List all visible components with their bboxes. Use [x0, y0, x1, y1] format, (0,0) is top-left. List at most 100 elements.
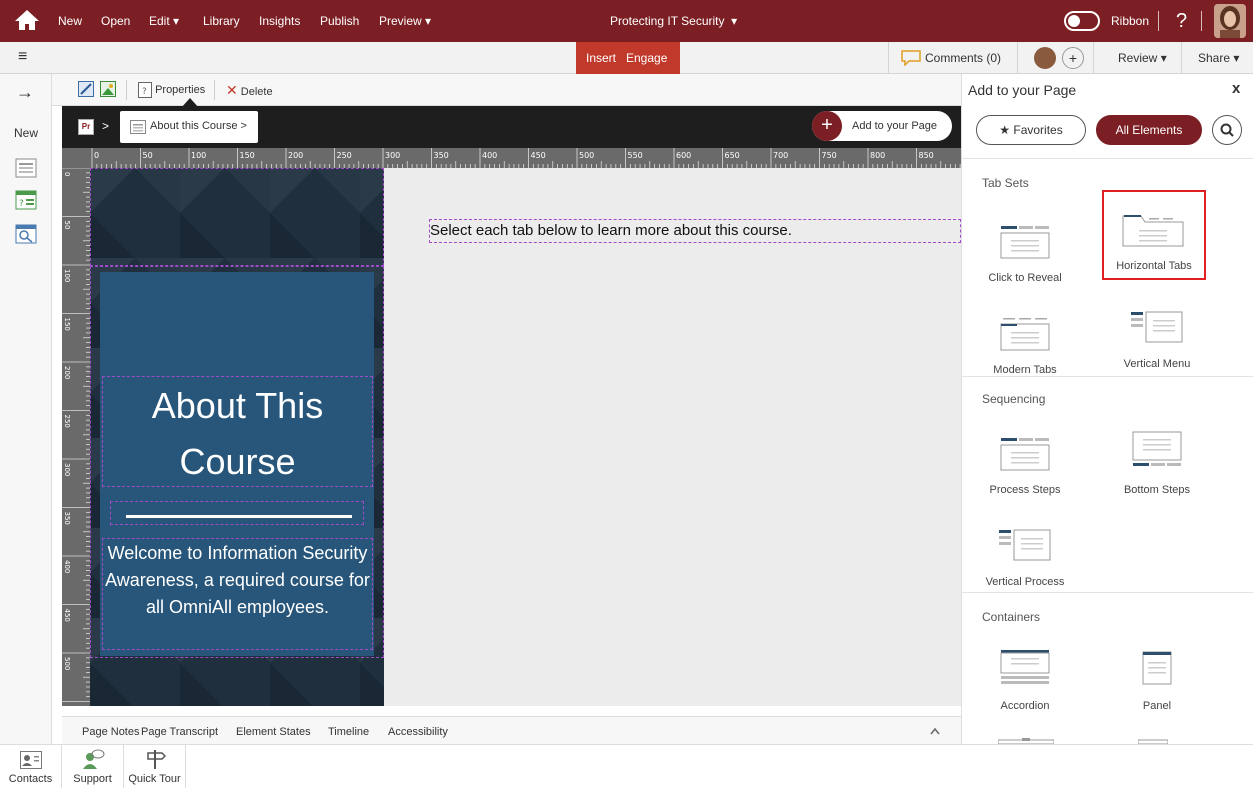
add-collaborator-button[interactable]: +: [1062, 47, 1084, 69]
comments-label: Comments (0): [925, 51, 1002, 65]
help-icon[interactable]: ?: [1176, 0, 1187, 42]
review-menu[interactable]: Review ▾: [1093, 42, 1181, 74]
chevron-down-icon: ▾: [1233, 51, 1240, 65]
ruler-tick-label: 300: [63, 463, 71, 476]
ruler-tick-label: 800: [870, 151, 885, 160]
search-button[interactable]: [1212, 115, 1242, 145]
tab-engage[interactable]: Engage: [626, 42, 667, 74]
presentation-icon[interactable]: Pr: [78, 119, 94, 135]
chevron-up-icon[interactable]: [930, 727, 940, 735]
tab-insert[interactable]: Insert: [586, 42, 616, 74]
ruler-tick-label: 700: [773, 151, 788, 160]
ruler-tick-label: 200: [63, 366, 71, 379]
tile-bottom-steps[interactable]: Bottom Steps: [1102, 410, 1212, 506]
collaborator-avatar[interactable]: [1034, 47, 1056, 69]
share-menu[interactable]: Share ▾: [1181, 42, 1253, 74]
tile-horizontal-tabs[interactable]: Horizontal Tabs: [1102, 190, 1206, 280]
section-divider: [962, 592, 1253, 593]
collaborators: +: [1017, 42, 1093, 74]
breadcrumb-bar: Pr > About this Course > + Add to your P…: [62, 98, 961, 148]
page-canvas[interactable]: About This Course Welcome to Information…: [90, 168, 961, 706]
home-icon[interactable]: [14, 8, 40, 32]
section-title-tab-sets: Tab Sets: [982, 176, 1029, 190]
properties-label: Properties: [155, 84, 206, 96]
tab-page-notes[interactable]: Page Notes: [82, 717, 139, 745]
menu-insights[interactable]: Insights: [259, 0, 300, 42]
delete-button[interactable]: ✕ Delete: [226, 74, 273, 106]
add-to-page-panel: Add to your Page x ★ Favorites All Eleme…: [961, 74, 1253, 744]
menu-open[interactable]: Open: [101, 0, 130, 42]
image-icon[interactable]: [100, 81, 116, 97]
ruler-ticks: 0 50 100 150 200 250 300 350 400 450 500 550: [62, 168, 90, 706]
contacts-icon: [20, 751, 42, 769]
tile-label: Bottom Steps: [1123, 484, 1191, 496]
ruler-tick-label: 550: [628, 151, 643, 160]
support-button[interactable]: Support: [62, 745, 124, 788]
course-title-dropdown[interactable]: Protecting IT Security ▾: [610, 0, 737, 42]
search-page-icon[interactable]: [15, 224, 37, 244]
tile-partial-icon: [1138, 739, 1168, 744]
modern-tabs-icon: [1000, 318, 1050, 351]
menu-preview[interactable]: Preview ▾: [379, 0, 431, 42]
slide-column[interactable]: About This Course Welcome to Information…: [90, 168, 384, 706]
tab-accessibility[interactable]: Accessibility: [388, 717, 448, 745]
quick-tour-button[interactable]: Quick Tour: [124, 745, 186, 788]
menu-library[interactable]: Library: [203, 0, 240, 42]
course-title: Protecting IT Security: [610, 14, 725, 28]
hamburger-menu-icon[interactable]: ≡: [18, 48, 27, 66]
instruction-text[interactable]: Select each tab below to learn more abou…: [430, 222, 792, 239]
all-elements-button[interactable]: All Elements: [1096, 115, 1202, 145]
ruler-tick-label: 50: [143, 151, 153, 160]
edit-style-icon[interactable]: [78, 81, 94, 97]
ruler-tick-label: 500: [63, 657, 71, 670]
tile-label: Panel: [1142, 700, 1172, 712]
tile-label: Click to Reveal: [988, 272, 1062, 284]
ruler-tick-label: 650: [725, 151, 740, 160]
tile-vertical-menu[interactable]: Vertical Menu: [1102, 284, 1212, 380]
add-to-page-button[interactable]: + Add to your Page: [812, 111, 952, 141]
user-avatar[interactable]: [1214, 4, 1246, 38]
new-label: New: [14, 126, 39, 140]
menu-publish[interactable]: Publish: [320, 0, 359, 42]
tab-element-states[interactable]: Element States: [236, 717, 311, 745]
share-label: Share: [1198, 51, 1231, 65]
close-icon[interactable]: x: [1232, 80, 1240, 97]
tile-panel[interactable]: Panel: [1102, 626, 1212, 722]
comments-button[interactable]: Comments (0): [888, 42, 1017, 74]
tile-accordion[interactable]: Accordion: [970, 626, 1080, 722]
ruler-ticks: 0 50 100 150 200 250 300 350 400 450 500 550 600 650 7…: [91, 148, 961, 168]
breadcrumb-page[interactable]: About this Course >: [120, 111, 258, 143]
ruler-tick-label: 400: [63, 560, 71, 573]
tab-page-transcript[interactable]: Page Transcript: [141, 717, 218, 745]
breadcrumb-separator: >: [102, 119, 110, 133]
comment-icon: [901, 50, 921, 66]
page-layout-icon[interactable]: [15, 158, 37, 178]
header-image-frame[interactable]: [90, 168, 384, 266]
tile-process-steps[interactable]: Process Steps: [970, 410, 1080, 506]
ruler-tick-label: 150: [240, 151, 255, 160]
chevron-down-icon: ▾: [1160, 51, 1167, 65]
question-page-icon[interactable]: ?: [15, 190, 37, 210]
tab-timeline[interactable]: Timeline: [328, 717, 369, 745]
ribbon-toggle[interactable]: [1064, 11, 1100, 31]
tile-modern-tabs[interactable]: Modern Tabs: [970, 290, 1080, 386]
toggle-knob: [1068, 15, 1080, 27]
support-icon: [83, 749, 105, 769]
contacts-button[interactable]: Contacts: [0, 745, 62, 788]
ruler-tick-label: 0: [94, 151, 99, 160]
tile-label: Process Steps: [989, 484, 1061, 496]
menu-edit-label: Edit: [149, 14, 170, 28]
tile-click-to-reveal[interactable]: Click to Reveal: [970, 198, 1080, 294]
divider: [214, 80, 215, 100]
tile-vertical-process[interactable]: Vertical Process: [970, 502, 1080, 598]
tile-label: Modern Tabs: [993, 364, 1057, 376]
menu-new[interactable]: New: [58, 0, 82, 42]
menu-edit[interactable]: Edit ▾: [149, 0, 179, 42]
favorites-button[interactable]: ★ Favorites: [976, 115, 1086, 145]
svg-text:?: ?: [19, 199, 24, 209]
ruler-tick-label: 0: [63, 172, 71, 176]
ruler-tick-label: 250: [63, 415, 71, 428]
section-divider: [962, 376, 1253, 377]
tile-label: Horizontal Tabs: [1116, 260, 1192, 272]
expand-arrow-icon[interactable]: →: [16, 82, 34, 103]
